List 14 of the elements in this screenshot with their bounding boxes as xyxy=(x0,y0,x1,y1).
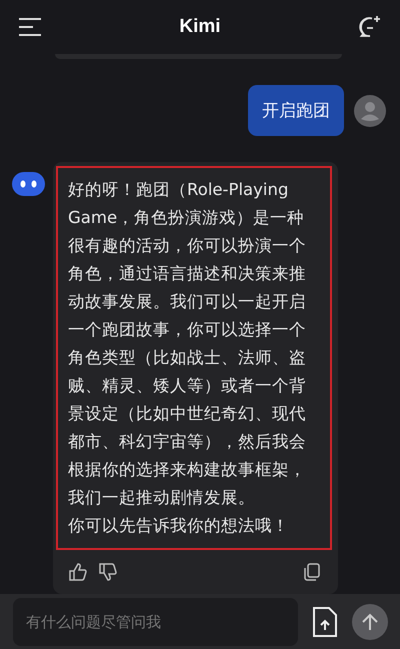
app-title: Kimi xyxy=(179,16,221,38)
user-message: 开启跑团 xyxy=(248,85,344,136)
arrow-up-icon xyxy=(360,612,380,632)
answer-text: 好的呀！跑团（Role-Playing Game，角色扮演游戏）是一种很有趣的活动，你可以扮演一个角色，通过语言描述和决策来推动故事发展。我们可以一起开启一个跑团故事，你可以选择一个角色类型（比如战士、法师、盗贼、精灵、矮人等）或者一个背景设定（比如中世纪奇幻、现代都市、科幻宇宙等），然后我会根据你的选择来构建故事框架，我们一起推动剧情发展。 xyxy=(68,179,307,510)
bot-avatar-icon xyxy=(12,172,45,196)
menu-icon[interactable] xyxy=(18,17,42,38)
answer-text: 你可以先告诉我你的想法哦！ xyxy=(68,515,290,538)
thumbs-down-icon[interactable] xyxy=(98,562,118,582)
copy-icon[interactable] xyxy=(302,562,322,582)
user-avatar-icon xyxy=(354,94,386,127)
message-input[interactable]: 有什么问题尽管问我 xyxy=(13,598,298,646)
file-upload-icon[interactable] xyxy=(312,606,338,638)
thumbs-up-icon[interactable] xyxy=(68,562,88,582)
new-chat-icon[interactable] xyxy=(358,15,382,40)
